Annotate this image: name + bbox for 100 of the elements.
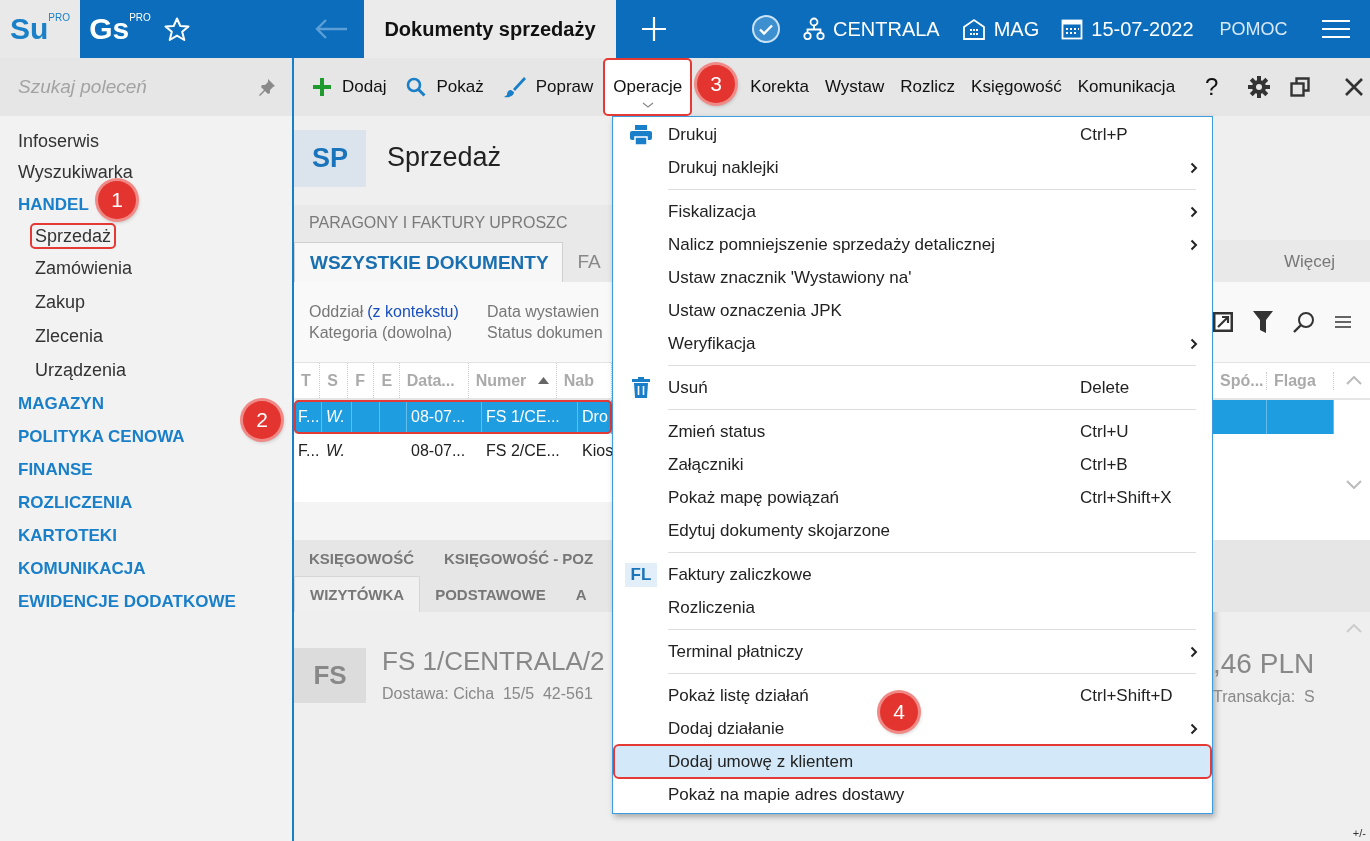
table-row[interactable] [1213,400,1370,434]
sidebar-subitem[interactable]: Zamówienia [30,251,138,285]
menu-item[interactable]: Terminal płatniczy [614,635,1211,668]
table-cell: FS 1/CE... [486,408,560,426]
plus-icon[interactable] [641,16,667,42]
toolbar-button[interactable]: Dodaj [302,58,397,116]
chevron-right-icon [1190,337,1198,350]
menu-item[interactable]: Drukuj Ctrl+P [614,118,1211,151]
menu-item[interactable]: Ustaw znacznik 'Wystawiony na' [614,261,1211,294]
org-chart-icon [803,17,825,41]
document-tab[interactable]: Dokumenty sprzedaży [364,0,616,58]
sidebar-item[interactable]: Infoserwis [18,126,100,157]
tab[interactable]: WIZYTÓWKA [294,576,421,612]
menu-item[interactable]: Fiskalizacja [614,195,1211,228]
search-icon [406,77,427,97]
tab[interactable]: KSIĘGOWOŚĆ [294,541,429,576]
list-icon[interactable] [1335,316,1351,328]
menu-item[interactable]: Ustaw oznaczenia JPK [614,294,1211,327]
toolbar-button[interactable]: Księgowość [963,58,1070,116]
table-row[interactable]: F... W. 08-07... FS 2/CE... Kios [294,434,612,468]
filter-label: Data wystawien [487,302,600,320]
menu-item[interactable]: Pokaż mapę powiązań Ctrl+Shift+X [614,481,1211,514]
restore-window-icon[interactable] [1290,77,1311,97]
sidebar-item[interactable]: MAGAZYN [18,387,104,420]
table-cell: F... [298,408,320,426]
tab[interactable]: KSIĘGOWOŚĆ - POZ [429,541,609,576]
sidebar-subitem[interactable]: Urządzenia [30,353,132,387]
context-button[interactable]: 15-07-2022 [1061,17,1194,41]
context-button[interactable]: CENTRALA [803,17,940,41]
app-logo[interactable]: Gs$^{PRO}$ [80,0,160,58]
step-marker: 1 [98,181,136,219]
menu-item[interactable]: Zmień status Ctrl+U [614,415,1211,448]
menu-item[interactable]: Nalicz pomniejszenie sprzedaży detalicznej [614,228,1211,261]
toolbar-button[interactable]: Komunikacja [1069,58,1184,116]
close-icon[interactable] [1344,77,1365,97]
chevron-right-icon [1190,205,1198,218]
filter-label: Oddział [309,302,364,320]
pin-icon[interactable] [258,78,276,96]
document-amount: ,46 PLN [1213,648,1316,680]
sidebar-item[interactable]: EWIDENCJE DODATKOWE [18,585,236,618]
expand-toggle[interactable]: +/- [1352,827,1366,839]
star-icon[interactable] [164,16,190,42]
menu-item[interactable]: Usuń Delete [614,371,1211,404]
printer-icon [630,124,652,145]
settings-icon[interactable] [1248,76,1271,98]
menu-item[interactable]: Edytuj dokumenty skojarzone [614,514,1211,547]
export-icon[interactable] [1213,312,1233,332]
caret-icon [641,102,654,108]
sidebar-subitem[interactable]: Zakup [30,285,91,319]
transaction-label: Transakcja: S [1213,688,1316,706]
calendar-icon [1061,18,1084,40]
page-title: Sprzedaż [387,142,502,173]
tab[interactable]: WSZYSTKIE DOKUMENTY [294,242,563,282]
search-icon[interactable] [1293,311,1315,333]
table-cell: 08-07... [411,408,466,426]
filter-link[interactable]: (z kontekstu) [367,302,459,320]
document-badge: FS [294,648,366,703]
menu-item[interactable]: Załączniki Ctrl+B [614,448,1211,481]
tab[interactable]: PODSTAWOWE [420,577,561,612]
search-input[interactable]: Szukaj poleceń [18,76,252,98]
sidebar-subitem[interactable]: Zlecenia [30,319,109,353]
menu-badge: FL [624,562,658,587]
help-button[interactable]: ? [1195,58,1229,116]
toolbar-button[interactable]: Rozlicz [892,58,964,116]
toolbar-button[interactable]: Popraw [493,58,604,116]
table-cell: W. [326,442,345,460]
menu-item[interactable]: Weryfikacja [614,327,1211,360]
sidebar-item[interactable]: POLITYKA CENOWA [18,420,185,453]
menu-item[interactable]: Drukuj naklejki [614,151,1211,184]
chevron-right-icon [1190,161,1198,174]
filter-icon[interactable] [1253,311,1273,333]
app-logo[interactable]: Su$^{PRO}$ [0,0,80,58]
menu-item[interactable]: Dodaj umowę z klientem [614,745,1211,778]
menu-item[interactable]: Pokaż na mapie adres dostawy [614,778,1211,811]
menu-icon[interactable] [1321,19,1350,39]
trash-icon [632,377,650,398]
building-icon [961,18,986,40]
sidebar-item[interactable]: HANDEL [18,188,89,221]
search-field[interactable]: Szukaj poleceń [0,58,292,116]
table-cell: Kios [582,442,612,460]
sidebar-item[interactable]: KOMUNIKACJA [18,552,146,585]
help-link[interactable]: POMOC [1219,18,1288,40]
context-button[interactable]: MAG [961,17,1040,41]
toolbar-button[interactable]: Pokaż [396,58,494,116]
brush-icon [503,76,526,98]
chevron-right-icon [1190,238,1198,251]
tab[interactable]: A [560,577,602,612]
menu-item[interactable]: FL Faktury zaliczkowe [614,558,1211,591]
sidebar-item[interactable]: FINANSE [18,453,93,486]
sidebar-item[interactable]: KARTOTEKI [18,519,117,552]
sidebar-item[interactable]: ROZLICZENIA [18,486,133,519]
toolbar-button[interactable]: Korekta [742,58,817,116]
check-circle-icon[interactable] [751,14,781,44]
table-cell: FS 2/CE... [486,442,560,460]
menu-item[interactable]: Rozliczenia [614,591,1211,624]
step-marker: 2 [243,401,281,439]
toolbar-button[interactable]: Wystaw [816,58,893,116]
sidebar-subitem[interactable]: Sprzedaż [30,223,117,249]
toolbar-button[interactable]: Operacje [603,58,693,116]
module-badge: SP [294,130,366,187]
